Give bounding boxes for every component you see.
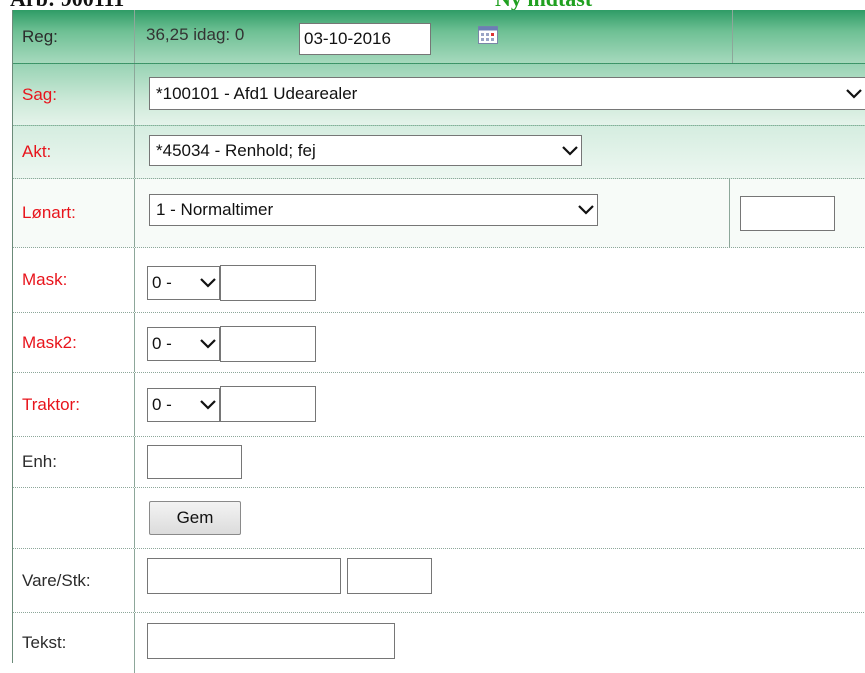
- mask2-input[interactable]: [220, 326, 316, 362]
- vare-label: Vare/Stk:: [13, 549, 135, 612]
- mask-select[interactable]: 0 -: [147, 266, 220, 300]
- chevron-down-icon: [575, 205, 597, 215]
- akt-label: Akt:: [13, 126, 135, 178]
- tekst-label: Tekst:: [13, 613, 135, 673]
- row-lonart: Lønart: 1 - Normaltimer: [13, 179, 865, 248]
- vare-input[interactable]: [147, 558, 341, 594]
- akt-select[interactable]: *45034 - Renhold; fej: [149, 135, 582, 166]
- save-button[interactable]: Gem: [149, 501, 241, 535]
- calendar-icon[interactable]: [478, 26, 498, 44]
- enh-input[interactable]: [147, 445, 242, 479]
- registration-form: Reg: 36,25 idag: 0 Sag: *100101 - Afd1 U…: [12, 10, 865, 673]
- mask-input[interactable]: [220, 265, 316, 301]
- chevron-down-icon: [197, 400, 219, 410]
- row-tekst: Tekst:: [13, 613, 865, 673]
- chevron-down-icon: [559, 145, 581, 156]
- row-akt: Akt: *45034 - Renhold; fej: [13, 126, 865, 179]
- mask-label: Mask:: [13, 248, 135, 312]
- traktor-select-value: 0 -: [152, 395, 172, 414]
- column-divider: [732, 10, 733, 63]
- row-mask2: Mask2: 0 -: [13, 313, 865, 373]
- chevron-down-icon: [197, 278, 219, 288]
- row-enh: Enh:: [13, 437, 865, 488]
- column-divider: [729, 179, 730, 247]
- lonart-select-value: 1 - Normaltimer: [156, 200, 274, 219]
- row-save: [13, 488, 865, 549]
- chevron-down-icon: [197, 339, 219, 349]
- save-row-label: [13, 488, 135, 548]
- page-header: Arb: 900111 Ny indtast: [0, 0, 865, 10]
- reg-date-input[interactable]: [299, 23, 431, 55]
- mask2-select[interactable]: 0 -: [147, 327, 220, 361]
- page-title: Arb: 900111: [10, 0, 124, 10]
- sag-label: Sag:: [13, 64, 135, 125]
- lonart-extra-input[interactable]: [740, 196, 835, 231]
- sag-select[interactable]: *100101 - Afd1 Udearealer: [149, 77, 865, 110]
- lonart-select[interactable]: 1 - Normaltimer: [149, 194, 598, 226]
- row-traktor: Traktor: 0 -: [13, 373, 865, 437]
- stk-input[interactable]: [347, 558, 432, 594]
- chevron-down-icon: [843, 88, 865, 99]
- mask-select-value: 0 -: [152, 273, 172, 292]
- tekst-input[interactable]: [147, 623, 395, 659]
- traktor-input[interactable]: [220, 386, 316, 422]
- lonart-label: Lønart:: [13, 179, 135, 247]
- mask2-select-value: 0 -: [152, 334, 172, 353]
- traktor-label: Traktor:: [13, 373, 135, 436]
- row-vare: Vare/Stk:: [13, 549, 865, 613]
- mode-indicator: Ny indtast: [495, 0, 592, 10]
- row-mask: Mask: 0 -: [13, 248, 865, 313]
- row-reg: Reg: 36,25 idag: 0: [13, 10, 865, 64]
- row-sag: Sag: *100101 - Afd1 Udearealer: [13, 64, 865, 126]
- mask2-label: Mask2:: [13, 313, 135, 372]
- traktor-select[interactable]: 0 -: [147, 388, 220, 422]
- reg-label: Reg:: [13, 10, 135, 63]
- sag-select-value: *100101 - Afd1 Udearealer: [156, 83, 358, 103]
- reg-hours-text: 36,25 idag: 0: [146, 25, 245, 44]
- enh-label: Enh:: [13, 437, 135, 487]
- akt-select-value: *45034 - Renhold; fej: [156, 140, 316, 160]
